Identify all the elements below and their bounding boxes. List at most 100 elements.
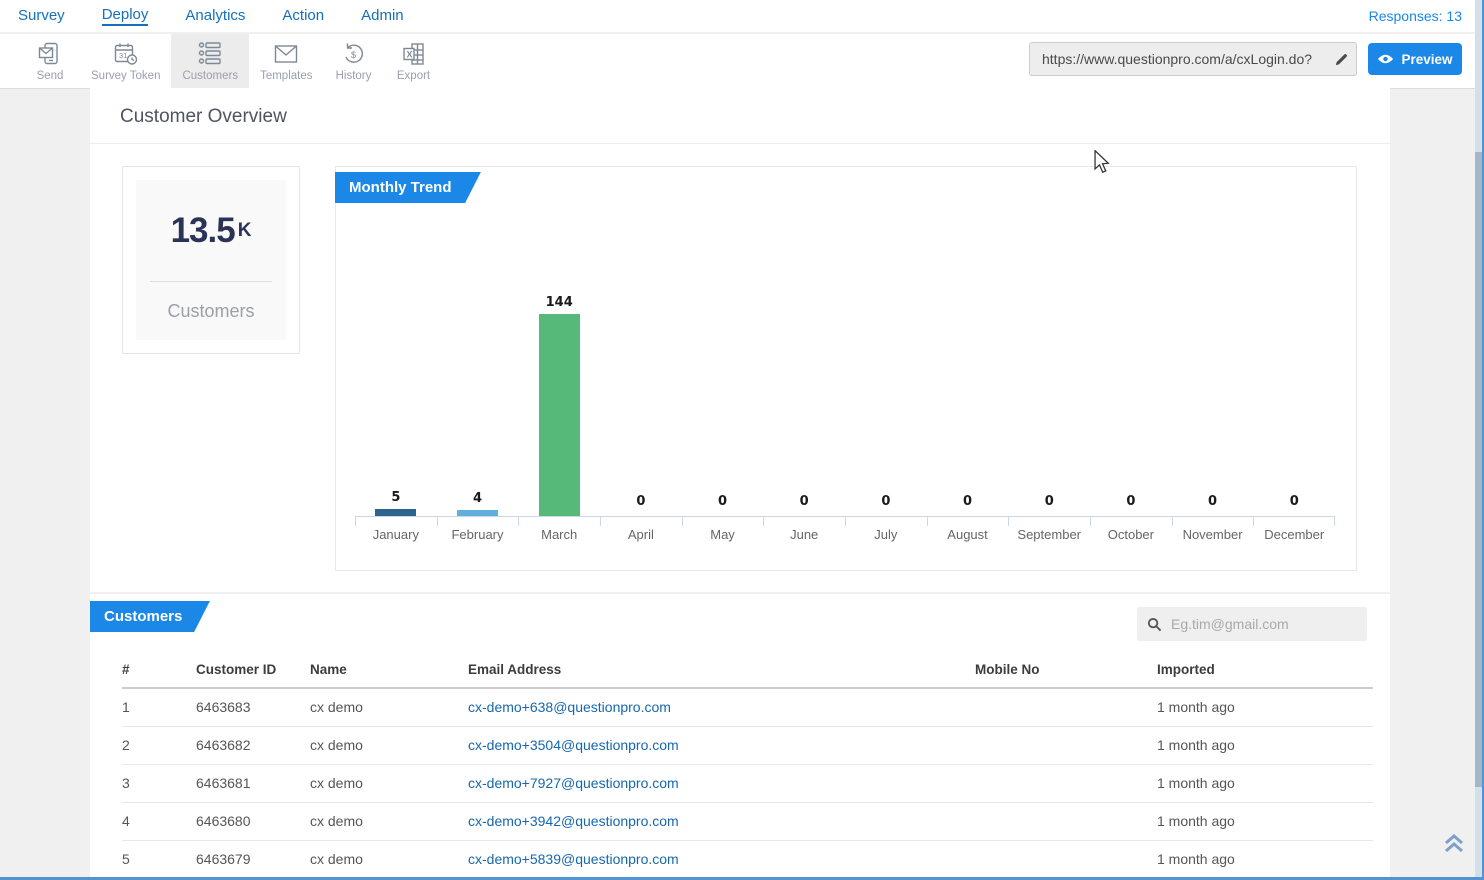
toolbar-item-label: Export [397,70,430,82]
scroll-to-top-button[interactable] [1442,832,1466,856]
nav-item-admin[interactable]: Admin [361,7,404,25]
chart-value-label: 0 [845,494,927,509]
customer-email-link[interactable]: cx-demo+5839@questionpro.com [468,851,679,867]
chart-value-label: 0 [600,494,682,509]
cell-num: 5 [122,841,196,879]
customer-search-input[interactable] [1171,616,1357,632]
edit-url-button[interactable] [1326,43,1356,75]
chart-value-label: 144 [518,295,600,310]
chart-column-may: 0 [682,207,764,516]
cell-mobile [975,688,1157,727]
kpi-unit: K [238,220,252,242]
svg-text:31: 31 [119,51,127,60]
chart-column-march: 144 [518,207,600,516]
pencil-icon [1334,52,1349,67]
x-axis-label-february: February [437,523,519,547]
cell-num: 4 [122,803,196,841]
column-header: # [122,654,196,688]
svg-text:$: $ [351,50,356,60]
customers-icon [197,41,223,67]
customer-overview-panel: Customer Overview 13.5 K Customers Month… [90,88,1390,592]
nav-item-analytics[interactable]: Analytics [185,7,245,25]
cell-imported: 1 month ago [1157,841,1373,879]
x-axis-label-may: May [682,523,764,547]
cell-name: cx demo [310,727,468,765]
toolbar-item-templates[interactable]: Templates [249,34,323,88]
chart-column-june: 0 [763,207,845,516]
toolbar-item-label: Survey Token [91,70,160,82]
chart-column-november: 0 [1172,207,1254,516]
search-icon [1147,617,1162,632]
toolbar-item-export[interactable]: X Export [384,34,444,88]
toolbar-item-survey-token[interactable]: 31 Survey Token [80,34,171,88]
app-window: Survey Deploy Analytics Action Admin Res… [0,0,1484,880]
column-header: Imported [1157,654,1373,688]
cell-num: 2 [122,727,196,765]
survey-url-input[interactable] [1030,51,1326,67]
customer-email-link[interactable]: cx-demo+3504@questionpro.com [468,737,679,753]
x-axis-label-june: June [763,523,845,547]
monthly-trend-chart: Monthly Trend 54144000000000 JanuaryFebr… [335,166,1357,571]
x-axis-label-august: August [927,523,1009,547]
x-axis-label-april: April [600,523,682,547]
page-title: Customer Overview [120,106,287,128]
cell-name: cx demo [310,841,468,879]
nav-item-deploy[interactable]: Deploy [102,6,149,26]
cell-id: 6463679 [196,841,310,879]
customer-email-link[interactable]: cx-demo+7927@questionpro.com [468,775,679,791]
templates-icon [273,41,299,67]
x-axis-label-march: March [518,523,600,547]
chart-column-july: 0 [845,207,927,516]
cell-imported: 1 month ago [1157,803,1373,841]
vertical-scrollbar-thumb[interactable] [1475,152,1482,787]
nav-item-survey[interactable]: Survey [18,7,65,25]
toolbar-item-label: Customers [182,70,238,82]
export-icon: X [401,41,427,67]
chart-value-label: 0 [1172,494,1254,509]
x-axis-labels: JanuaryFebruaryMarchAprilMayJuneJulyAugu… [355,523,1335,547]
customers-panel: Customers #Customer IDNameEmail AddressM… [90,594,1390,880]
chart-bar-january[interactable] [375,509,416,516]
chart-value-label: 4 [437,491,519,506]
cell-email: cx-demo+638@questionpro.com [468,688,975,727]
column-header: Customer ID [196,654,310,688]
cell-mobile [975,727,1157,765]
toolbar-item-history[interactable]: $ History [324,34,384,88]
svg-text:X: X [406,50,412,60]
preview-button[interactable]: Preview [1368,43,1462,75]
chart-value-label: 5 [355,490,437,505]
cell-email: cx-demo+5839@questionpro.com [468,841,975,879]
customer-email-link[interactable]: cx-demo+3942@questionpro.com [468,813,679,829]
x-axis-label-september: September [1008,523,1090,547]
cell-email: cx-demo+3504@questionpro.com [468,727,975,765]
history-icon: $ [341,41,367,67]
chart-value-label: 0 [682,494,764,509]
x-axis-label-july: July [845,523,927,547]
cell-name: cx demo [310,765,468,803]
cell-imported: 1 month ago [1157,765,1373,803]
kpi-value: 13.5 [171,211,235,251]
chart-bar-march[interactable] [539,314,580,516]
table-row: 16463683cx democx-demo+638@questionpro.c… [122,688,1373,727]
x-axis-label-november: November [1172,523,1254,547]
column-header: Name [310,654,468,688]
toolbar-item-customers[interactable]: Customers [171,34,249,88]
chart-value-label: 0 [1090,494,1172,509]
cell-email: cx-demo+3942@questionpro.com [468,803,975,841]
nav-item-action[interactable]: Action [282,7,324,25]
responses-count[interactable]: Responses: 13 [1369,8,1462,24]
chart-column-april: 0 [600,207,682,516]
table-row: 56463679cx democx-demo+5839@questionpro.… [122,841,1373,879]
toolbar-item-label: Send [37,70,64,82]
customer-email-link[interactable]: cx-demo+638@questionpro.com [468,699,671,715]
cell-imported: 1 month ago [1157,688,1373,727]
x-axis-label-january: January [355,523,437,547]
column-header: Mobile No [975,654,1157,688]
double-chevron-up-icon [1442,832,1466,856]
customers-ribbon: Customers [90,601,206,632]
x-axis-label-december: December [1253,523,1335,547]
cell-name: cx demo [310,803,468,841]
table-row: 26463682cx democx-demo+3504@questionpro.… [122,727,1373,765]
toolbar-item-send[interactable]: Send [20,34,80,88]
chart-plot-area: 54144000000000 [355,207,1335,516]
